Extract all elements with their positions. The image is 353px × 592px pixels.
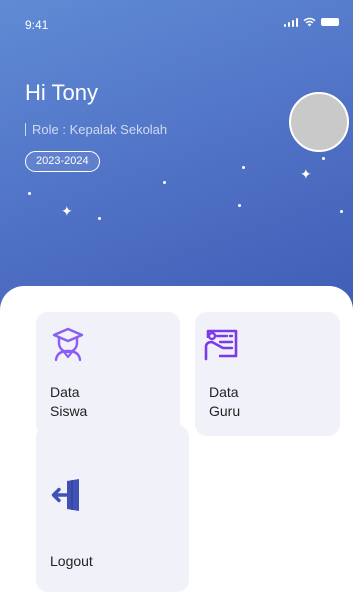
profile-header: 9:41 Hi Tony Role : Kepalak Sekolah 2023… xyxy=(0,0,353,320)
logout-label: Logout xyxy=(50,553,93,569)
star-dot xyxy=(340,210,343,213)
academic-year-badge[interactable]: 2023-2024 xyxy=(25,151,100,172)
logout-icon xyxy=(51,479,79,511)
battery-icon xyxy=(321,18,339,26)
avatar[interactable] xyxy=(289,92,349,152)
wifi-icon xyxy=(303,17,316,27)
status-icons xyxy=(283,17,339,27)
data-siswa-card[interactable]: Data Siswa xyxy=(36,312,180,436)
star-dot xyxy=(28,192,31,195)
role-text: Role : Kepalak Sekolah xyxy=(25,122,167,137)
star-dot xyxy=(238,204,241,207)
data-guru-label: Data Guru xyxy=(209,384,241,419)
role-divider xyxy=(25,123,26,136)
signal-icon xyxy=(283,17,298,27)
star-dot xyxy=(163,181,166,184)
greeting-title: Hi Tony xyxy=(25,80,98,105)
logout-card[interactable]: Logout xyxy=(36,425,189,592)
star-dot xyxy=(98,217,101,220)
menu-sheet: Data Siswa Data Guru Logout xyxy=(0,286,353,592)
teacher-icon xyxy=(204,329,238,361)
sparkle-icon: ✦ xyxy=(61,203,73,219)
status-bar: 9:41 xyxy=(0,0,353,44)
star-dot xyxy=(242,166,245,169)
data-guru-card[interactable]: Data Guru xyxy=(195,312,340,436)
role-label: Role : Kepalak Sekolah xyxy=(32,122,168,137)
student-icon xyxy=(52,327,84,362)
data-siswa-label: Data Siswa xyxy=(50,384,88,419)
sparkle-icon: ✦ xyxy=(300,166,312,182)
status-time: 9:41 xyxy=(25,18,49,32)
star-dot xyxy=(322,157,325,160)
